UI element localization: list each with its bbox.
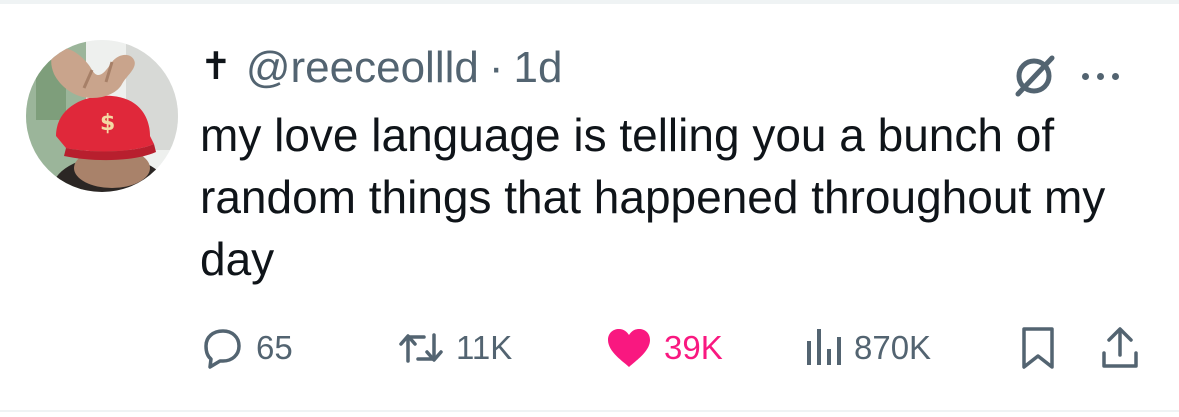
views-icon xyxy=(807,329,841,365)
more-icon[interactable] xyxy=(1082,72,1119,80)
tweet-top-actions xyxy=(1010,52,1119,100)
views-count: 870K xyxy=(854,329,932,366)
tweet-text: my love language is telling you a bunch … xyxy=(200,109,1106,285)
share-icon xyxy=(1102,327,1138,368)
svg-text:$: $ xyxy=(100,111,115,136)
like-button[interactable]: 39K xyxy=(604,322,723,374)
retweet-button[interactable]: 11K xyxy=(396,322,512,374)
tweet-header: ✝ @reeceollld · 1d xyxy=(200,40,562,96)
bookmark-button[interactable] xyxy=(1018,322,1058,374)
reply-button[interactable]: 65 xyxy=(200,322,293,374)
like-count: 39K xyxy=(664,329,723,366)
avatar-photo: $ xyxy=(26,40,178,192)
top-divider xyxy=(0,0,1179,4)
reply-count: 65 xyxy=(256,329,293,366)
header-separator: · xyxy=(488,43,504,92)
cross-badge: ✝ xyxy=(200,45,232,88)
reply-icon xyxy=(204,329,241,369)
share-button[interactable] xyxy=(1098,322,1142,374)
grok-icon[interactable] xyxy=(1010,52,1058,100)
retweet-icon xyxy=(399,333,443,363)
avatar[interactable]: $ xyxy=(26,40,178,192)
heart-icon xyxy=(608,329,650,367)
bottom-divider xyxy=(0,410,1179,412)
bookmark-icon xyxy=(1022,327,1054,369)
tweet-timestamp[interactable]: 1d xyxy=(514,43,563,93)
tweet-actions: 65 11K 39K 870K xyxy=(200,322,1150,374)
retweet-count: 11K xyxy=(456,329,513,366)
views-button[interactable]: 870K xyxy=(804,322,931,374)
author-handle[interactable]: @reeceollld xyxy=(246,43,479,93)
